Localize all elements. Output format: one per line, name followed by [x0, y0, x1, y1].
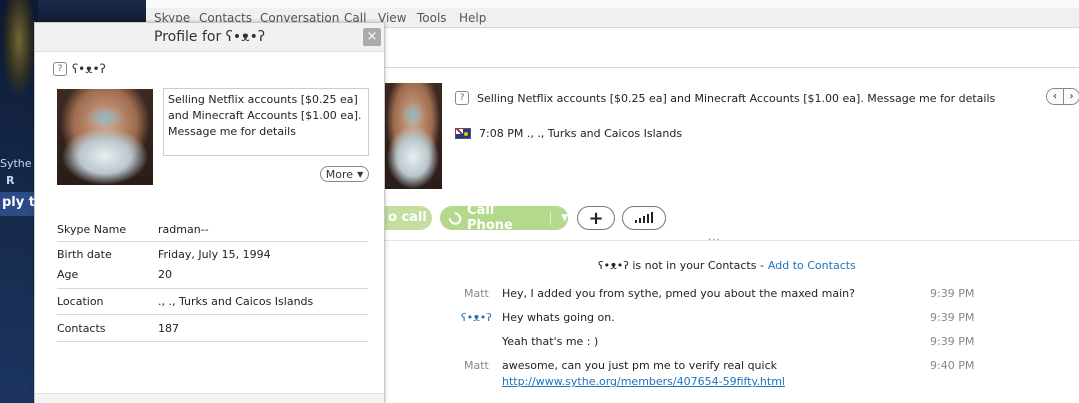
call-phone-button[interactable]: Call Phone ▼	[440, 203, 568, 233]
background-sythe-text: Sythe	[0, 157, 32, 170]
profile-mood-text: Selling Netflix accounts [$0.25 ea] and …	[168, 93, 362, 138]
profile-mood-box: Selling Netflix accounts [$0.25 ea] and …	[163, 88, 369, 156]
field-value: Friday, July 15, 1994	[158, 248, 271, 261]
not-in-contacts-text: ʕ•ᴥ•ʔ is not in your Contacts -	[598, 259, 764, 272]
contact-local-time: 7:08 PM ., ., Turks and Caicos Islands	[479, 127, 683, 140]
contact-mood-row: ? Selling Netflix accounts [$0.25 ea] an…	[455, 91, 995, 105]
field-label: Skype Name	[57, 223, 127, 236]
mood-nav: ‹ ›	[1046, 88, 1079, 105]
chevron-down-icon: ▼	[357, 169, 364, 179]
more-button[interactable]: More ▼	[320, 166, 369, 182]
plus-icon: +	[588, 207, 604, 229]
signal-bar-icon	[647, 214, 649, 223]
country-flag-icon	[455, 128, 471, 139]
profile-footer	[35, 393, 384, 403]
more-label: More	[325, 167, 354, 181]
divider	[57, 314, 368, 315]
message-link[interactable]: http://www.sythe.org/members/407654-59fi…	[502, 375, 785, 388]
message-sender: Matt	[464, 359, 489, 372]
divider	[57, 241, 368, 242]
prev-arrow-icon[interactable]: ‹	[1047, 89, 1063, 104]
add-people-button[interactable]: +	[577, 206, 615, 230]
field-value: radman--	[158, 223, 209, 236]
field-value: 187	[158, 322, 179, 335]
close-button[interactable]: ×	[363, 28, 381, 46]
signal-bar-icon	[635, 220, 637, 223]
not-in-contacts-banner: ʕ•ᴥ•ʔ is not in your Contacts - Add to C…	[598, 259, 856, 272]
message-sender: ʕ•ᴥ•ʔ	[461, 311, 492, 324]
message-text: Hey whats going on.	[502, 311, 615, 324]
profile-titlebar: Profile for ʕ•ᴥ•ʔ ×	[35, 23, 384, 52]
call-phone-label: Call Phone	[467, 203, 513, 233]
add-to-contacts-link[interactable]: Add to Contacts	[768, 259, 856, 272]
field-label: Contacts	[57, 322, 106, 335]
divider	[57, 288, 368, 289]
profile-title: Profile for ʕ•ᴥ•ʔ	[154, 29, 265, 45]
background-r-text: R	[6, 174, 15, 187]
phone-icon	[446, 209, 464, 227]
avatar-image	[57, 89, 153, 185]
message-text: Hey, I added you from sythe, pmed you ab…	[502, 287, 855, 300]
avatar-image	[384, 83, 442, 189]
contact-avatar[interactable]	[384, 83, 442, 189]
message-text: Yeah that's me : )	[502, 335, 599, 348]
conversation-header	[384, 28, 1079, 68]
contact-local-time-row: 7:08 PM ., ., Turks and Caicos Islands	[455, 127, 682, 140]
field-label: Age	[57, 268, 79, 281]
message-time: 9:39 PM	[930, 335, 975, 348]
mood-icon: ?	[53, 62, 67, 76]
message-sender: Matt	[464, 287, 489, 300]
message-text: awesome, can you just pm me to verify re…	[502, 359, 777, 372]
button-separator	[550, 211, 552, 225]
contact-mood-text: Selling Netflix accounts [$0.25 ea] and …	[477, 91, 996, 105]
menu-help[interactable]: Help	[459, 11, 486, 25]
field-label: Birth date	[57, 248, 112, 261]
signal-bar-icon	[639, 218, 641, 223]
message-time: 9:39 PM	[930, 287, 975, 300]
mood-icon: ?	[455, 91, 469, 105]
video-call-label: o call	[388, 210, 427, 225]
window-titlebar	[146, 0, 1079, 8]
message-time: 9:39 PM	[930, 311, 975, 324]
next-arrow-icon[interactable]: ›	[1063, 89, 1079, 104]
signal-bar-icon	[651, 212, 653, 223]
profile-dialog: Profile for ʕ•ᴥ•ʔ × ? ʕ•ᴥ•ʔ Selling Netf…	[34, 22, 385, 403]
menu-tools[interactable]: Tools	[417, 11, 447, 25]
field-label: Location	[57, 295, 104, 308]
field-value: ., ., Turks and Caicos Islands	[158, 295, 314, 308]
divider	[57, 341, 368, 342]
profile-avatar[interactable]	[57, 89, 153, 185]
call-quality-button[interactable]	[622, 206, 666, 230]
profile-name-row: ? ʕ•ᴥ•ʔ	[53, 62, 106, 76]
pane-resize-handle[interactable]: ...	[708, 232, 721, 243]
field-value: 20	[158, 268, 172, 281]
message-time: 9:40 PM	[930, 359, 975, 372]
profile-display-name: ʕ•ᴥ•ʔ	[72, 62, 106, 76]
background-logo	[2, 0, 36, 100]
chevron-down-icon[interactable]: ▼	[561, 213, 568, 223]
divider	[384, 240, 1079, 241]
signal-bar-icon	[643, 216, 645, 223]
